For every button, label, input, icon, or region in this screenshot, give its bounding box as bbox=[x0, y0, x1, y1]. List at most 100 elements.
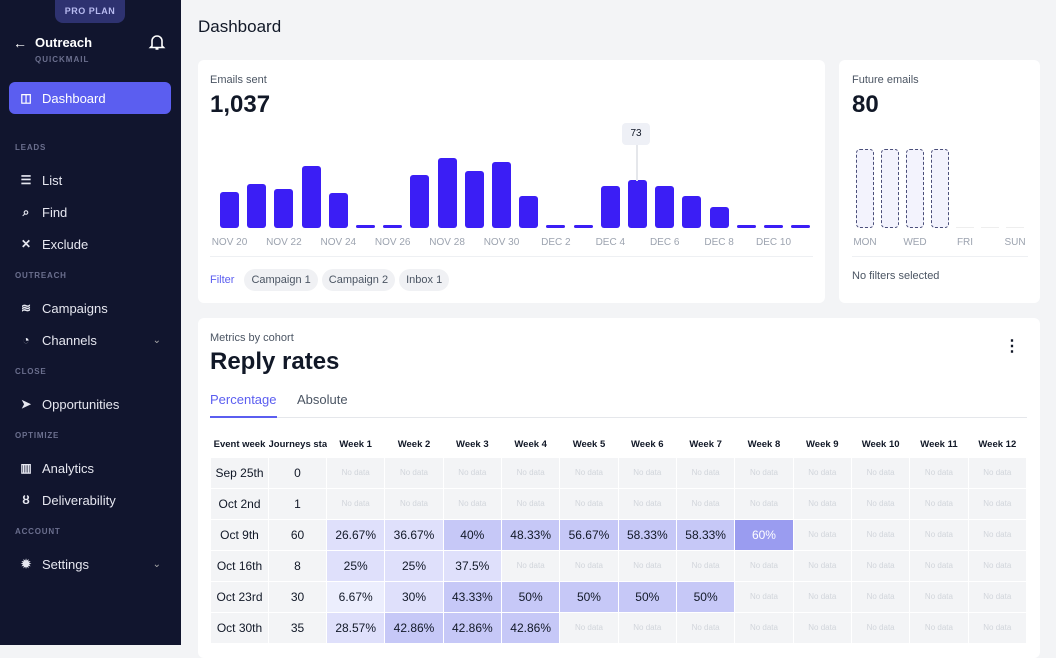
more-vertical-icon[interactable]: ⋮ bbox=[1004, 336, 1020, 356]
sidebar-item-find[interactable]: ⌕ Find bbox=[9, 196, 171, 228]
bar-dec-4[interactable] bbox=[600, 185, 620, 228]
sidebar-item-exclude[interactable]: ✕ Exclude bbox=[9, 228, 171, 260]
empty-day-bar bbox=[956, 227, 974, 228]
arrow-left-icon[interactable]: ← bbox=[13, 35, 27, 51]
sidebar-item-label: Settings bbox=[42, 556, 89, 572]
emails-sent-label: Emails sent bbox=[210, 74, 267, 86]
rate-cell: 58.33% bbox=[617, 518, 677, 551]
x-tick-label: DEC 10 bbox=[755, 237, 792, 248]
rate-cell: 50% bbox=[559, 580, 619, 613]
no-data-cell: No data bbox=[675, 456, 736, 489]
no-data-cell: No data bbox=[617, 456, 677, 489]
bar-nov-30[interactable] bbox=[492, 162, 511, 228]
bar-nov-23[interactable] bbox=[301, 166, 321, 228]
sidebar-item-analytics[interactable]: ▥ Analytics bbox=[9, 452, 171, 484]
no-data-cell: No data bbox=[325, 456, 386, 489]
column-header: Week 7 bbox=[689, 438, 722, 450]
divider bbox=[852, 256, 1028, 257]
workspace-title[interactable]: Outreach bbox=[35, 35, 92, 50]
sidebar-item-channels[interactable]: ◔ Channels ⌄ bbox=[9, 324, 171, 356]
no-data-cell: No data bbox=[442, 487, 502, 520]
filter-bar: Filter Campaign 1 Campaign 2 Inbox 1 bbox=[210, 269, 453, 291]
bar-nov-25[interactable] bbox=[356, 225, 375, 228]
tab-percentage[interactable]: Percentage bbox=[210, 392, 277, 418]
no-data-cell: No data bbox=[909, 549, 969, 582]
rate-cell: 50% bbox=[617, 580, 677, 613]
bar-dec-10[interactable] bbox=[764, 225, 783, 228]
sidebar-item-label: Analytics bbox=[42, 460, 95, 476]
filter-label[interactable]: Filter bbox=[210, 274, 234, 286]
sidebar-item-campaigns[interactable]: ≋ Campaigns bbox=[9, 292, 171, 324]
bar-nov-24[interactable] bbox=[328, 193, 348, 228]
no-data-cell: No data bbox=[559, 549, 619, 582]
no-data-cell: No data bbox=[850, 518, 911, 551]
tab-absolute[interactable]: Absolute bbox=[297, 392, 348, 418]
scheduled-day-bar[interactable] bbox=[931, 149, 949, 228]
no-data-cell: No data bbox=[909, 487, 969, 520]
no-data-cell: No data bbox=[967, 456, 1028, 489]
no-data-cell: No data bbox=[325, 487, 386, 520]
bar-nov-28[interactable] bbox=[437, 158, 457, 228]
rate-cell: 56.67% bbox=[559, 518, 619, 551]
workspace-subtitle: QUICKMAIL bbox=[35, 55, 90, 64]
bar-nov-27[interactable] bbox=[410, 174, 430, 228]
chevron-down-icon[interactable]: ⌄ bbox=[153, 335, 161, 346]
empty-day-bar bbox=[1006, 227, 1024, 228]
bar-dec-9[interactable] bbox=[736, 225, 756, 228]
no-data-cell: No data bbox=[559, 456, 619, 489]
sidebar-item-settings[interactable]: ✹ Settings ⌄ bbox=[9, 548, 171, 580]
scheduled-day-bar[interactable] bbox=[906, 149, 924, 228]
no-data-cell: No data bbox=[617, 611, 677, 644]
bar-nov-22[interactable] bbox=[274, 189, 294, 228]
rate-cell: 25% bbox=[325, 549, 386, 582]
sidebar-item-list[interactable]: ☰ List bbox=[9, 164, 171, 196]
filter-chip[interactable]: Campaign 2 bbox=[321, 269, 396, 291]
x-tick-label: NOV 26 bbox=[374, 237, 411, 248]
bar-dec-1[interactable] bbox=[519, 195, 539, 228]
no-data-cell: No data bbox=[792, 456, 852, 489]
rate-cell: 40% bbox=[442, 518, 502, 551]
rate-cell: 28.57% bbox=[325, 611, 386, 644]
bar-dec-6[interactable] bbox=[655, 185, 675, 228]
nav-section-label: OPTIMIZE bbox=[15, 431, 60, 440]
no-data-cell: No data bbox=[384, 456, 444, 489]
sidebar-item-opportunities[interactable]: ➤ Opportunities bbox=[9, 388, 171, 420]
bar-nov-20[interactable] bbox=[220, 191, 239, 228]
plan-badge[interactable]: PRO PLAN bbox=[55, 0, 125, 23]
emails-sent-card bbox=[198, 60, 825, 303]
bar-nov-29[interactable] bbox=[464, 170, 484, 228]
cohort-label: Metrics by cohort bbox=[210, 332, 294, 344]
x-tick-label: NOV 24 bbox=[320, 237, 357, 248]
scheduled-day-bar[interactable] bbox=[881, 149, 899, 228]
bell-icon[interactable] bbox=[147, 32, 167, 52]
filter-chip[interactable]: Inbox 1 bbox=[399, 269, 450, 291]
bar-dec-11[interactable] bbox=[791, 225, 811, 228]
column-header: Week 10 bbox=[861, 438, 900, 450]
bar-dec-7[interactable] bbox=[682, 195, 702, 228]
bar-nov-21[interactable] bbox=[247, 183, 267, 228]
layers-icon: ≋ bbox=[20, 301, 32, 315]
nav-section-label: CLOSE bbox=[15, 367, 47, 376]
no-data-cell: No data bbox=[909, 611, 969, 644]
bar-dec-2[interactable] bbox=[546, 225, 566, 228]
no-filters-text: No filters selected bbox=[852, 270, 940, 282]
bar-dec-8[interactable] bbox=[709, 206, 729, 228]
journeys-started-cell: 1 bbox=[268, 487, 327, 520]
sidebar-item-dashboard[interactable]: ◫ Dashboard bbox=[9, 82, 171, 114]
rate-cell: 26.67% bbox=[325, 518, 386, 551]
column-header: Week 12 bbox=[978, 438, 1017, 450]
sidebar-item-deliverability[interactable]: ȣ Deliverability bbox=[9, 484, 171, 516]
filter-chip[interactable]: Campaign 1 bbox=[244, 269, 318, 291]
bar-dec-5[interactable] bbox=[628, 180, 647, 228]
scheduled-day-bar[interactable] bbox=[856, 149, 874, 228]
bar-dec-3[interactable] bbox=[573, 225, 593, 228]
rate-cell: 48.33% bbox=[500, 518, 561, 551]
column-header: Week 8 bbox=[747, 438, 781, 450]
chevron-down-icon[interactable]: ⌄ bbox=[153, 559, 161, 570]
column-header: Week 2 bbox=[397, 438, 431, 450]
x-tick-label: DEC 2 bbox=[541, 237, 571, 248]
bar-nov-26[interactable] bbox=[383, 225, 403, 228]
bar-chart-icon: ▥ bbox=[20, 461, 32, 475]
journeys-started-cell: 8 bbox=[268, 549, 327, 582]
no-data-cell: No data bbox=[909, 580, 969, 613]
